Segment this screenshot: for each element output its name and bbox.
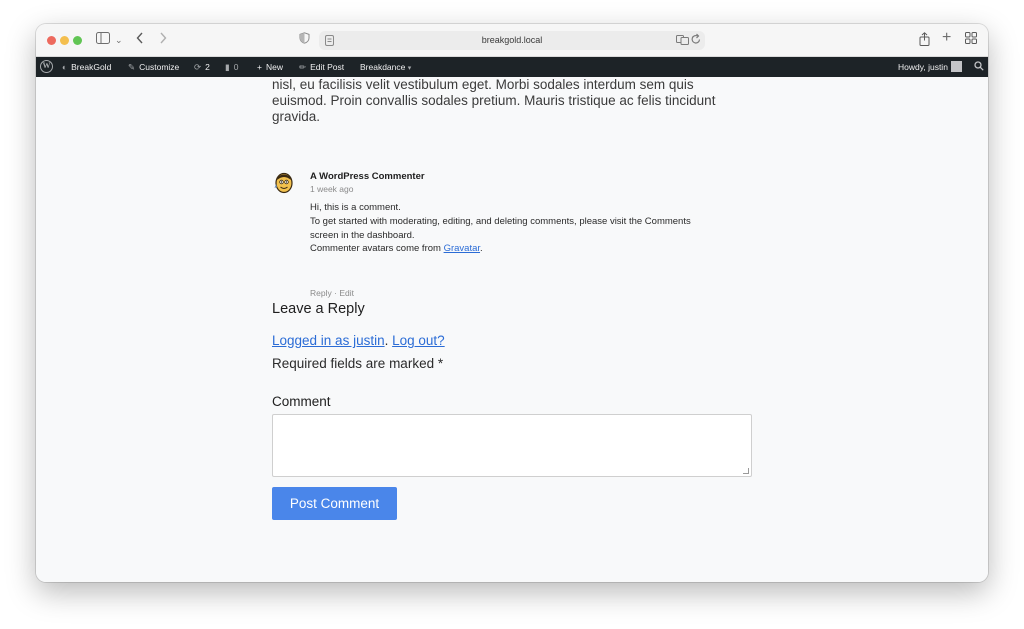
url-text: breakgold.local [481,35,543,45]
privacy-shield-icon[interactable] [299,32,310,48]
pencil-icon: ✏ [299,62,307,72]
comment-actions: Reply · Edit [310,288,354,298]
edit-comment-link[interactable]: Edit [339,288,354,298]
reply-link[interactable]: Reply [310,288,332,298]
comment-textarea[interactable] [272,414,752,477]
logged-in-as: Logged in as justin. Log out? [272,333,445,348]
post-body-text: nisl, eu facilisis velit vestibulum eget… [272,77,742,125]
wp-admin-bar: W ◐ BreakGold ✎ Customize ⟳ 2 ▮ 0 + New ✏ Edit… [36,57,988,77]
share-icon[interactable] [919,32,930,50]
comment-bubble-icon: ▮ [225,62,230,72]
browser-toolbar: ⌄ breakgold.local + [36,24,988,57]
sidebar-toggle-icon[interactable] [96,32,110,48]
comment-line: screen in the dashboard. [310,229,415,241]
wordpress-logo-icon[interactable]: W [40,60,53,73]
comment-date[interactable]: 1 week ago [310,184,353,194]
translate-icon[interactable] [676,34,689,50]
resize-handle-icon[interactable] [743,468,749,474]
post-text-line: nisl, eu facilisis velit vestibulum eget… [272,77,694,92]
updates-icon: ⟳ [194,62,202,72]
post-text-line: gravida. [272,109,321,124]
my-account-menu[interactable]: Howdy, justin [898,57,962,77]
separator: · [334,288,337,298]
page-content: nisl, eu facilisis velit vestibulum eget… [36,77,988,582]
chevron-down-icon[interactable]: ⌄ [115,32,123,48]
comment-line: To get started with moderating, editing,… [310,215,691,227]
avatar [950,61,962,72]
dashboard-icon: ◐ [62,62,68,72]
post-text-line: euismod. Proin convallis sodales pretium… [272,93,716,108]
reload-icon[interactable] [691,33,701,49]
post-comment-button[interactable]: Post Comment [272,487,397,520]
search-icon[interactable] [974,57,984,77]
close-window-button[interactable] [47,36,56,45]
comment-line: Hi, this is a comment. [310,202,401,213]
commenter-avatar [274,172,293,194]
zoom-window-button[interactable] [73,36,82,45]
gravatar-link[interactable]: Gravatar [444,243,480,254]
site-name-menu[interactable]: ◐ BreakGold [62,57,111,77]
updates-link[interactable]: ⟳ 2 [194,57,210,77]
new-content-menu[interactable]: + New [257,57,283,77]
logout-link[interactable]: Log out? [392,333,445,348]
profile-link[interactable]: Logged in as justin [272,333,385,348]
breakdance-menu[interactable]: Breakdance ▾ [360,57,411,77]
plus-icon: + [257,62,262,72]
back-icon[interactable] [136,32,144,48]
caret-down-icon: ▾ [407,65,412,72]
forward-icon[interactable] [159,32,167,48]
comments-link[interactable]: ▮ 0 [225,57,238,77]
comment-label: Comment [272,394,331,409]
reply-title: Leave a Reply [272,301,365,317]
comment-line: Commenter avatars come from Gravatar. [310,243,483,255]
paintbrush-icon: ✎ [128,62,136,72]
comment-body: Hi, this is a comment. To get started wi… [310,201,770,256]
new-tab-icon[interactable]: + [942,30,951,46]
edit-post-link[interactable]: ✏ Edit Post [299,57,344,77]
required-fields-note: Required fields are marked * [272,356,444,371]
tab-overview-icon[interactable] [965,32,977,48]
address-bar[interactable]: breakgold.local [319,31,705,50]
browser-window: ⌄ breakgold.local + W ◐ BreakGold ✎ Cust… [36,24,988,582]
comment-author: A WordPress Commenter [310,171,425,182]
minimize-window-button[interactable] [60,36,69,45]
customize-link[interactable]: ✎ Customize [128,57,179,77]
